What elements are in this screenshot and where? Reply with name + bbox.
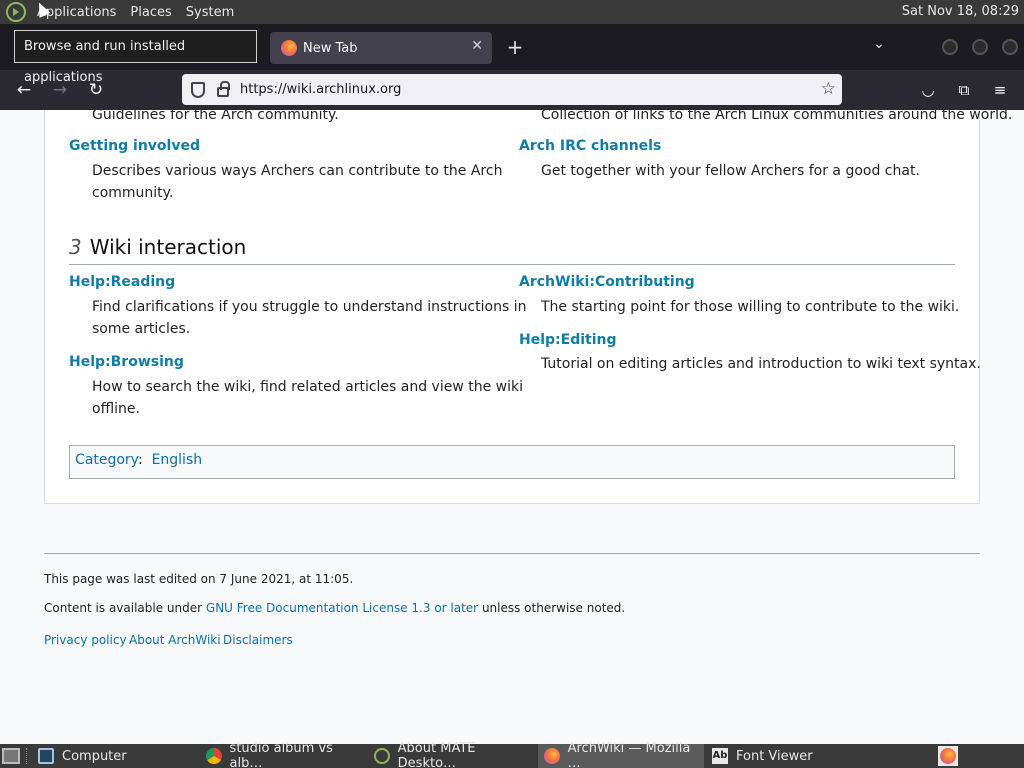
section-title: Wiki interaction — [89, 235, 247, 259]
taskbar-label: About MATE Deskto… — [397, 741, 476, 768]
help-browsing-desc-line2: offline. — [92, 401, 140, 417]
getting-involved-desc-line2: community. — [92, 185, 174, 201]
section-heading: 3 Wiki interaction — [69, 235, 955, 265]
link-getting-involved[interactable]: Getting involved — [69, 138, 200, 154]
font-viewer-icon: Ab — [712, 748, 728, 764]
taskbar-item-computer[interactable]: Computer — [32, 744, 198, 768]
tab-new-tab[interactable]: New Tab ✕ — [270, 32, 492, 64]
taskbar-label: Computer — [62, 748, 127, 764]
system-menu[interactable]: System — [179, 5, 241, 20]
taskbar-item-font-viewer[interactable]: Ab Font Viewer — [706, 744, 872, 768]
help-browsing-desc-line1: How to search the wiki, find related art… — [92, 379, 524, 395]
close-tab-icon[interactable]: ✕ — [471, 38, 483, 54]
bottom-taskbar: Computer studio album vs alb… About MATE… — [0, 741, 1024, 768]
bookmark-star-icon[interactable]: ☆ — [821, 79, 836, 99]
tracking-protection-shield-icon[interactable] — [191, 81, 205, 98]
getting-involved-desc-line1: Describes various ways Archers can contr… — [92, 163, 503, 179]
clock[interactable]: Sat Nov 18, 08:29 — [902, 4, 1019, 19]
tooltip: Browse and run installed applications — [14, 30, 257, 85]
taskbar-label: Font Viewer — [736, 748, 813, 764]
link-gfdl-license[interactable]: GNU Free Documentation License 1.3 or la… — [206, 601, 478, 615]
web-page: Guidelines for the Arch community. Colle… — [0, 110, 1024, 744]
link-category-english[interactable]: English — [152, 452, 203, 468]
irc-desc: Get together with your fellow Archers fo… — [541, 163, 920, 179]
communities-desc: Collection of links to the Arch Linux co… — [541, 110, 1013, 123]
taskbar-item-about-mate[interactable]: About MATE Deskto… — [368, 741, 534, 768]
show-desktop-icon[interactable] — [2, 748, 20, 764]
taskbar-label: studio album vs alb… — [229, 741, 333, 768]
top-panel: Applications Places System Sat Nov 18, 0… — [0, 0, 1024, 24]
new-tab-button[interactable]: + — [503, 33, 527, 61]
taskbar-item-archwiki[interactable]: ArchWiki — Mozilla … — [538, 741, 704, 768]
taskbar-label: ArchWiki — Mozilla … — [567, 741, 691, 768]
link-archwiki-contributing[interactable]: ArchWiki:Contributing — [519, 274, 695, 290]
computer-icon — [38, 748, 54, 764]
url-bar[interactable]: https://wiki.archlinux.org ☆ — [182, 74, 842, 105]
footer-license-line: Content is available under GNU Free Docu… — [44, 601, 625, 615]
link-category[interactable]: Category — [75, 452, 138, 468]
close-window-button[interactable] — [1002, 39, 1018, 55]
guidelines-desc: Guidelines for the Arch community. — [92, 110, 339, 123]
tray-firefox-icon[interactable] — [938, 746, 958, 766]
category-links: Category: English — [69, 445, 955, 479]
firefox-icon — [940, 748, 956, 764]
mate-icon — [374, 748, 390, 764]
category-separator: : — [137, 452, 143, 468]
places-menu[interactable]: Places — [123, 5, 178, 20]
chrome-icon — [206, 748, 222, 764]
footer-divider — [44, 553, 980, 554]
contributing-desc: The starting point for those willing to … — [541, 299, 960, 315]
link-disclaimers[interactable]: Disclaimers — [223, 633, 293, 647]
license-suffix: unless otherwise noted. — [478, 601, 626, 615]
extensions-icon[interactable]: ⧉ — [954, 80, 974, 100]
tab-title: New Tab — [303, 40, 358, 56]
footer-last-edited: This page was last edited on 7 June 2021… — [44, 572, 354, 586]
pocket-icon[interactable]: ◡ — [918, 80, 938, 100]
help-editing-desc: Tutorial on editing articles and introdu… — [541, 356, 981, 372]
link-help-browsing[interactable]: Help:Browsing — [69, 354, 184, 370]
minimize-window-button[interactable] — [942, 39, 958, 55]
menu-hamburger-icon[interactable]: ≡ — [990, 80, 1010, 100]
help-reading-desc-line1: Find clarifications if you struggle to u… — [92, 299, 527, 315]
link-privacy-policy[interactable]: Privacy policy — [44, 633, 127, 647]
url-text[interactable]: https://wiki.archlinux.org — [240, 82, 401, 97]
license-prefix: Content is available under — [44, 601, 206, 615]
link-help-editing[interactable]: Help:Editing — [519, 332, 617, 348]
link-arch-irc-channels[interactable]: Arch IRC channels — [519, 138, 661, 154]
taskbar-separator — [26, 748, 28, 764]
taskbar-item-chrome[interactable]: studio album vs alb… — [200, 741, 366, 768]
section-number: 3 — [69, 235, 82, 259]
link-about-archwiki[interactable]: About ArchWiki — [129, 633, 221, 647]
maximize-window-button[interactable] — [972, 39, 988, 55]
firefox-icon — [281, 40, 297, 56]
mate-menu-icon[interactable] — [6, 2, 26, 22]
link-help-reading[interactable]: Help:Reading — [69, 274, 175, 290]
navigation-bar: ← → ↻ https://wiki.archlinux.org ☆ ◡ ⧉ ≡ — [0, 70, 1024, 110]
firefox-icon — [544, 748, 560, 764]
list-tabs-chevron-icon[interactable]: ⌄ — [869, 36, 889, 56]
help-reading-desc-line2: some articles. — [92, 321, 191, 337]
lock-icon[interactable] — [217, 81, 230, 97]
